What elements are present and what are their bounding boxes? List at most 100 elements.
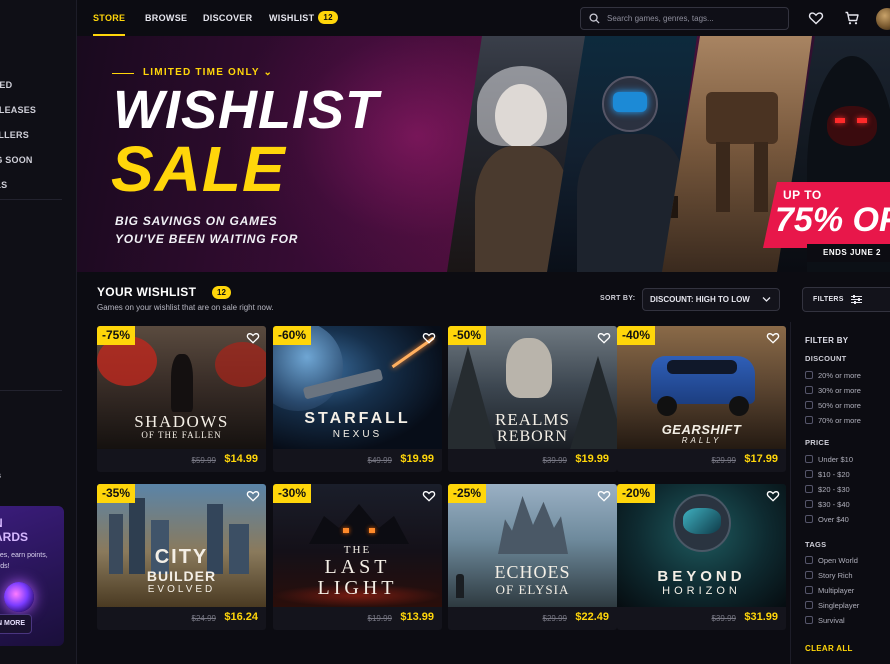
heart-icon[interactable] [246,331,260,344]
sidebar-category[interactable]: die [0,436,1,452]
checkbox[interactable] [805,485,813,493]
sidebar-item-new-releases[interactable]: RELEASES [0,98,36,123]
filters-button[interactable]: FILTERS [802,287,890,312]
tab-discover[interactable]: DISCOVER [203,0,252,36]
checkbox[interactable] [805,515,813,523]
checkbox[interactable] [805,500,813,508]
filter-option[interactable]: Multiplayer [805,585,854,596]
checkbox[interactable] [805,586,813,594]
discount-badge: -50% [448,326,487,345]
filter-option-label: 30% or more [818,386,861,395]
sidebar-category[interactable]: mes [0,468,1,484]
checkbox[interactable] [805,556,813,564]
checkbox[interactable] [805,401,813,409]
filter-option[interactable]: 30% or more [805,385,861,396]
heart-icon[interactable] [808,10,824,26]
game-card[interactable]: BEYOND HORIZON -20% $39.99 $31.99 [617,484,786,630]
game-title-sub: EVOLVED [147,584,216,595]
search-box[interactable] [580,7,789,30]
tab-browse[interactable]: BROWSE [145,0,187,36]
rewards-title: N ARDS [0,516,29,544]
game-card[interactable]: SHADOWS OF THE FALLEN -75% $59.99 $14.99 [97,326,266,472]
sidebar-item-top-sellers[interactable]: SELLERS [0,123,36,148]
sidebar: E URED RELEASES SELLERS ING SOON IALS e … [0,0,77,664]
sidebar-item-coming-soon[interactable]: ING SOON [0,148,36,173]
game-title: STARFALL [304,410,411,427]
filter-option[interactable]: $20 - $30 [805,484,850,495]
tab-label: DISCOVER [203,13,253,23]
filter-option-label: Under $10 [818,455,854,464]
filter-option[interactable]: Under $10 [805,454,853,465]
filter-option[interactable]: Survival [805,615,845,626]
heart-icon[interactable] [766,489,780,502]
sidebar-item-featured[interactable]: URED [0,73,36,98]
filter-option[interactable]: 50% or more [805,400,861,411]
checkbox[interactable] [805,601,813,609]
game-title: ECHOES [494,562,571,582]
hero-banner[interactable]: LIMITED TIME ONLY ⌄ WISHLIST SALE BIG SA… [77,36,890,272]
game-title-sub: LIGHT [317,577,398,599]
checkbox[interactable] [805,371,813,379]
checkbox[interactable] [805,386,813,394]
promo-ends: ENDS JUNE 2 [807,244,890,262]
filter-option[interactable]: $10 - $20 [805,469,850,480]
sidebar-category[interactable]: n [0,452,1,468]
checkbox[interactable] [805,455,813,463]
cart-icon[interactable] [844,10,860,26]
filter-group-discount: DISCOUNT [805,354,847,363]
sale-price: $17.99 [744,453,778,465]
price-row: $29.99 $17.99 [617,449,786,472]
checkbox[interactable] [805,571,813,579]
game-card[interactable]: REALMS REBORN -50% $39.99 $19.99 [448,326,617,472]
heart-icon[interactable] [422,489,436,502]
search-input[interactable] [607,11,782,26]
heart-icon[interactable] [766,331,780,344]
sidebar-divider [0,199,62,200]
filter-option[interactable]: 70% or more [805,415,861,426]
original-price: $29.99 [711,456,736,465]
tab-wishlist[interactable]: WISHLIST 12 [269,0,338,36]
section-title: YOUR WISHLIST [97,285,197,299]
sidebar-category[interactable]: d [0,420,1,436]
filter-option[interactable]: $30 - $40 [805,499,850,510]
filter-option-label: 70% or more [818,416,861,425]
heart-icon[interactable] [597,331,611,344]
game-title-sub: RALLY [681,436,722,445]
discount-badge: -60% [273,326,312,345]
filter-option-label: Story Rich [818,571,853,580]
game-card[interactable]: CITY BUILDER EVOLVED -35% $24.99 $16.24 [97,484,266,630]
tab-store[interactable]: STORE [93,0,126,36]
hero-eye [857,118,867,123]
checkbox[interactable] [805,416,813,424]
discount-badge: -20% [617,484,656,503]
game-card[interactable]: STARFALL NEXUS -60% $49.99 $19.99 [273,326,442,472]
sidebar-item-home[interactable]: E [0,48,36,73]
clear-all-link[interactable]: CLEAR ALL [805,644,853,653]
filter-option[interactable]: Open World [805,555,858,566]
filter-group-price: PRICE [805,438,830,447]
sort-label: SORT BY: [600,295,636,302]
chevron-down-icon [762,297,771,302]
game-card[interactable]: ECHOES OF ELYSIA -25% $29.99 $22.49 [448,484,617,630]
filter-option[interactable]: Over $40 [805,514,849,525]
heart-icon[interactable] [246,489,260,502]
filter-option[interactable]: 20% or more [805,370,861,381]
avatar[interactable] [876,8,890,30]
filter-heading: FILTER BY [805,336,849,345]
checkbox[interactable] [805,470,813,478]
heart-icon[interactable] [597,489,611,502]
heart-icon[interactable] [422,331,436,344]
game-card[interactable]: THE LAST LIGHT -30% $19.99 $13.99 [273,484,442,630]
sidebar-item-specials[interactable]: IALS [0,173,36,198]
learn-more-button[interactable]: N MORE [0,614,32,634]
filter-option-label: Survival [818,616,845,625]
filter-option[interactable]: Story Rich [805,570,853,581]
checkbox[interactable] [805,616,813,624]
game-title: SHADOWS [134,412,229,431]
filter-option-label: Open World [818,556,858,565]
sale-price: $19.99 [400,453,434,465]
filter-option[interactable]: Singleplayer [805,600,859,611]
game-card[interactable]: GEARSHIFT RALLY -40% $29.99 $17.99 [617,326,786,472]
wishlist-count-badge: 12 [212,286,231,299]
sort-select[interactable]: DISCOUNT: HIGH TO LOW [642,288,780,311]
